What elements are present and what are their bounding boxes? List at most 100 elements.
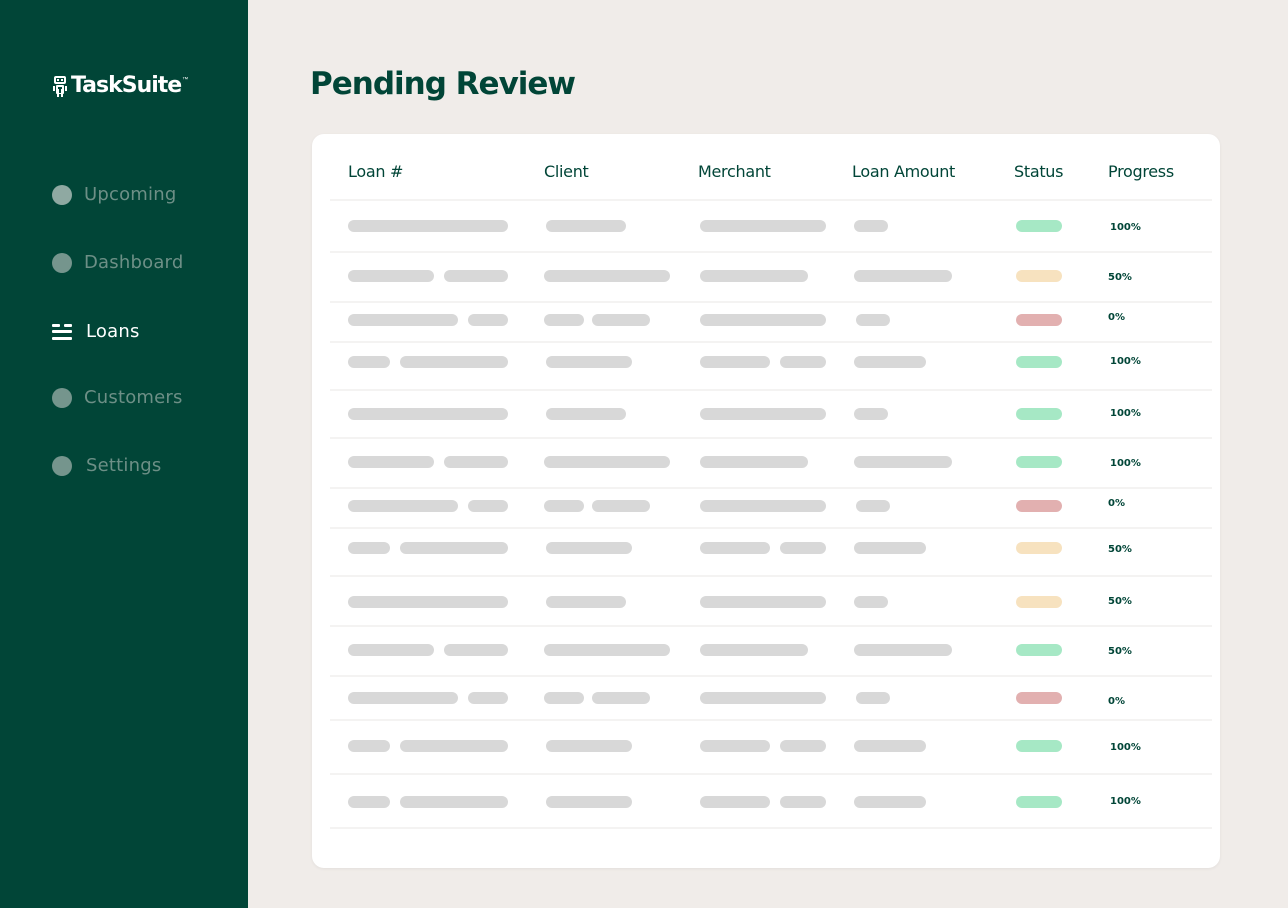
- client-placeholder: [546, 408, 626, 420]
- loan-number-placeholder: [348, 314, 458, 326]
- status-badge-green: [1016, 220, 1062, 232]
- loan-number-placeholder: [348, 356, 390, 368]
- progress-value: 100%: [1110, 796, 1141, 807]
- client-placeholder: [592, 314, 650, 326]
- status-badge-yellow: [1016, 596, 1062, 608]
- progress-value: 0%: [1108, 696, 1125, 707]
- merchant-placeholder: [700, 456, 808, 468]
- client-placeholder: [546, 542, 632, 554]
- client-placeholder: [544, 500, 584, 512]
- progress-value: 50%: [1108, 596, 1132, 607]
- merchant-placeholder: [700, 500, 826, 512]
- merchant-placeholder: [780, 796, 826, 808]
- client-placeholder: [544, 644, 670, 656]
- column-header-loan-number[interactable]: Loan #: [348, 162, 403, 181]
- loan-amount-placeholder: [856, 500, 890, 512]
- merchant-placeholder: [700, 220, 826, 232]
- circle-icon: [52, 252, 72, 273]
- circle-icon: [52, 455, 72, 476]
- progress-value: 100%: [1110, 408, 1141, 419]
- merchant-placeholder: [700, 314, 826, 326]
- merchant-placeholder: [700, 542, 770, 554]
- loan-number-placeholder: [468, 692, 508, 704]
- circle-icon: [52, 387, 72, 408]
- progress-value: 100%: [1110, 742, 1141, 753]
- sidebar-item-label: Customers: [84, 387, 183, 408]
- row-divider: [330, 625, 1212, 627]
- status-badge-red: [1016, 692, 1062, 704]
- merchant-placeholder: [700, 356, 770, 368]
- column-header-merchant[interactable]: Merchant: [698, 162, 771, 181]
- loan-number-placeholder: [348, 500, 458, 512]
- loan-number-placeholder: [400, 356, 508, 368]
- status-badge-green: [1016, 740, 1062, 752]
- progress-value: 50%: [1108, 646, 1132, 657]
- sidebar-item-label: Dashboard: [84, 252, 184, 273]
- sidebar-item-label: Settings: [86, 455, 162, 476]
- status-badge-green: [1016, 456, 1062, 468]
- loan-number-placeholder: [348, 740, 390, 752]
- status-badge-yellow: [1016, 270, 1062, 282]
- loan-number-placeholder: [348, 408, 508, 420]
- row-divider: [330, 527, 1212, 529]
- column-header-loan-amount[interactable]: Loan Amount: [852, 162, 955, 181]
- loan-number-placeholder: [348, 220, 508, 232]
- circle-icon: [52, 184, 72, 205]
- client-placeholder: [544, 456, 670, 468]
- sidebar-item-upcoming[interactable]: Upcoming: [52, 184, 176, 205]
- client-placeholder: [592, 692, 650, 704]
- column-header-status[interactable]: Status: [1014, 162, 1063, 181]
- merchant-placeholder: [700, 796, 770, 808]
- loan-amount-placeholder: [854, 270, 952, 282]
- sidebar-item-settings[interactable]: Settings: [52, 455, 161, 476]
- merchant-placeholder: [780, 542, 826, 554]
- row-divider: [330, 341, 1212, 343]
- loan-number-placeholder: [348, 270, 434, 282]
- loan-number-placeholder: [444, 456, 508, 468]
- status-badge-green: [1016, 796, 1062, 808]
- status-badge-green: [1016, 644, 1062, 656]
- sidebar-item-label: Upcoming: [84, 184, 177, 205]
- status-badge-yellow: [1016, 542, 1062, 554]
- client-placeholder: [546, 796, 632, 808]
- progress-value: 0%: [1108, 312, 1125, 323]
- robot-icon: [53, 75, 67, 97]
- app-name: TaskSuite: [71, 73, 182, 98]
- loan-number-placeholder: [348, 644, 434, 656]
- sidebar-item-customers[interactable]: Customers: [52, 387, 183, 408]
- sidebar-item-dashboard[interactable]: Dashboard: [52, 252, 183, 273]
- client-placeholder: [546, 596, 626, 608]
- row-divider: [330, 301, 1212, 303]
- loan-amount-placeholder: [856, 692, 890, 704]
- client-placeholder: [544, 270, 670, 282]
- loan-amount-placeholder: [854, 796, 926, 808]
- loan-amount-placeholder: [856, 314, 890, 326]
- merchant-placeholder: [780, 740, 826, 752]
- row-divider: [330, 719, 1212, 721]
- column-header-progress[interactable]: Progress: [1108, 162, 1174, 181]
- loan-number-placeholder: [444, 644, 508, 656]
- loan-amount-placeholder: [854, 220, 888, 232]
- loan-number-placeholder: [444, 270, 508, 282]
- loan-amount-placeholder: [854, 596, 888, 608]
- merchant-placeholder: [700, 596, 826, 608]
- status-badge-green: [1016, 408, 1062, 420]
- loan-amount-placeholder: [854, 542, 926, 554]
- client-placeholder: [544, 692, 584, 704]
- loan-amount-placeholder: [854, 456, 952, 468]
- column-header-client[interactable]: Client: [544, 162, 589, 181]
- app-logo[interactable]: TaskSuite ™: [53, 73, 188, 98]
- loan-number-placeholder: [468, 500, 508, 512]
- merchant-placeholder: [700, 408, 826, 420]
- sidebar-item-label: Loans: [86, 321, 140, 342]
- loan-number-placeholder: [348, 796, 390, 808]
- client-placeholder: [592, 500, 650, 512]
- progress-value: 100%: [1110, 356, 1141, 367]
- row-divider: [330, 199, 1212, 201]
- progress-value: 50%: [1108, 544, 1132, 555]
- loan-number-placeholder: [468, 314, 508, 326]
- status-badge-red: [1016, 314, 1062, 326]
- sidebar-item-loans[interactable]: Loans: [52, 321, 140, 342]
- merchant-placeholder: [700, 692, 826, 704]
- progress-value: 100%: [1110, 222, 1141, 233]
